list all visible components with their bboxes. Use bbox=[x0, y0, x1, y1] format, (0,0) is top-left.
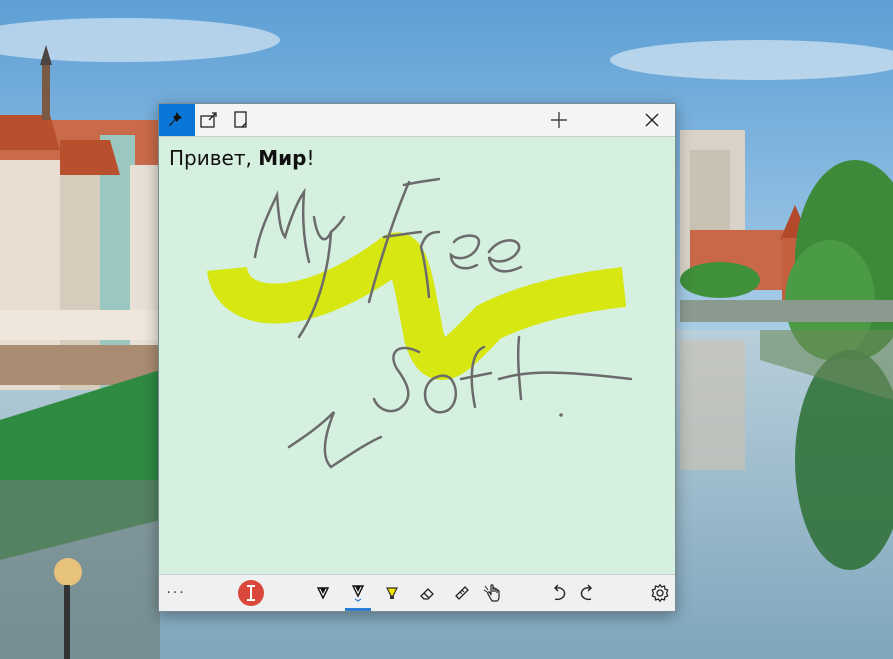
text-tool-button[interactable] bbox=[234, 575, 268, 611]
undo-button[interactable] bbox=[544, 575, 574, 611]
more-icon: ··· bbox=[166, 585, 186, 601]
plus-icon bbox=[551, 112, 567, 128]
note-punct: ! bbox=[306, 146, 315, 170]
settings-button[interactable] bbox=[645, 575, 675, 611]
new-note-button[interactable] bbox=[541, 104, 577, 136]
ink-stroke-my bbox=[253, 187, 311, 264]
popout-icon bbox=[200, 112, 217, 128]
eraser-icon bbox=[420, 588, 434, 600]
touch-icon bbox=[483, 584, 500, 602]
ruler-icon bbox=[455, 586, 469, 600]
close-icon bbox=[645, 113, 659, 127]
highlighter-icon bbox=[386, 587, 398, 599]
page-icon bbox=[234, 111, 247, 128]
pen-icon bbox=[351, 585, 365, 602]
pen-icon bbox=[316, 587, 330, 600]
undo-icon bbox=[554, 584, 566, 601]
page-button[interactable] bbox=[223, 104, 259, 136]
active-tool-indicator bbox=[345, 608, 371, 611]
title-bar[interactable] bbox=[159, 104, 675, 137]
popout-button[interactable] bbox=[191, 104, 227, 136]
gear-icon bbox=[651, 583, 669, 603]
bottom-toolbar: ··· bbox=[159, 574, 675, 611]
ruler-button[interactable] bbox=[447, 575, 477, 611]
touch-writing-button[interactable] bbox=[480, 575, 510, 611]
more-button[interactable]: ··· bbox=[161, 575, 191, 611]
sticky-note-window: Привет, Мир! ··· bbox=[158, 103, 676, 612]
pen-2-button[interactable] bbox=[343, 575, 373, 611]
highlighter-button[interactable] bbox=[377, 575, 407, 611]
note-canvas[interactable]: Привет, Мир! bbox=[159, 137, 675, 575]
eraser-button[interactable] bbox=[412, 575, 442, 611]
note-bold-word: Мир bbox=[258, 146, 307, 170]
pen-1-button[interactable] bbox=[308, 575, 338, 611]
close-button[interactable] bbox=[634, 104, 670, 136]
pin-button[interactable] bbox=[159, 104, 195, 136]
ink-layer bbox=[207, 177, 633, 469]
redo-button[interactable] bbox=[572, 575, 602, 611]
ink-stroke-squiggle bbox=[287, 411, 383, 469]
note-greeting: Привет, bbox=[169, 146, 259, 170]
pin-icon bbox=[169, 112, 182, 126]
redo-icon bbox=[580, 584, 592, 601]
text-cursor-icon bbox=[238, 580, 264, 606]
note-text[interactable]: Привет, Мир! bbox=[169, 146, 314, 170]
